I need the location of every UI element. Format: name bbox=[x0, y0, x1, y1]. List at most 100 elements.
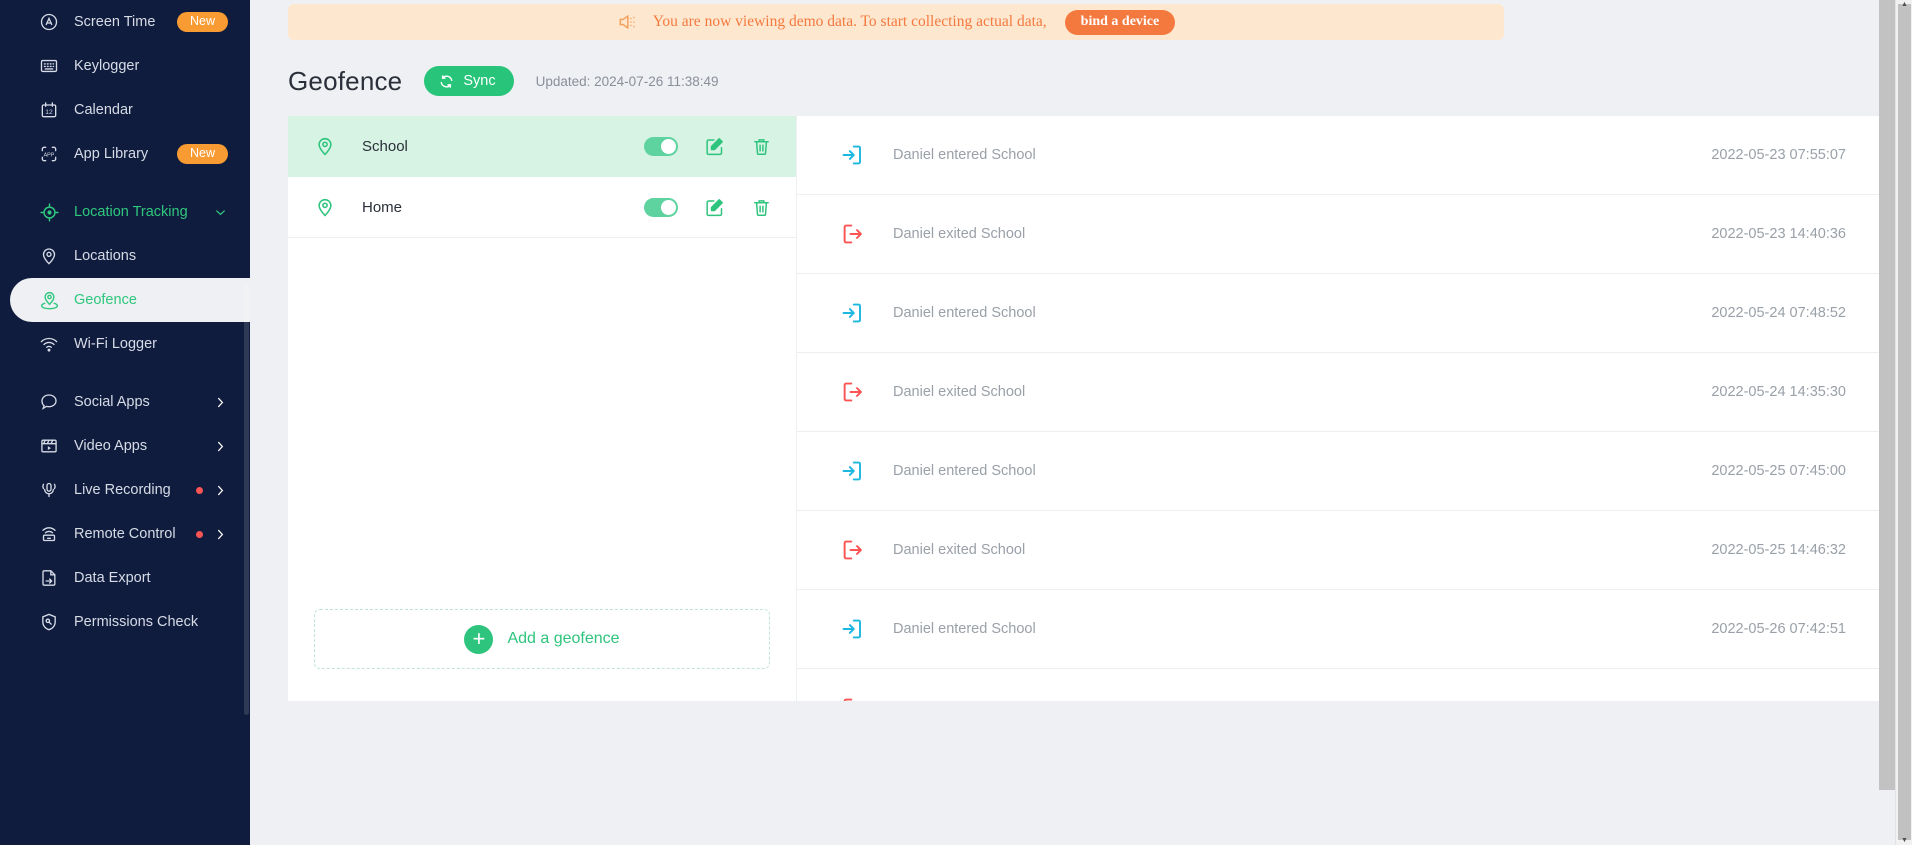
event-row[interactable]: Daniel exited School 2022-05-24 14:35:30 bbox=[797, 353, 1882, 432]
event-description: Daniel exited School bbox=[893, 542, 1026, 558]
exit-icon bbox=[839, 221, 867, 247]
exit-icon bbox=[839, 695, 867, 701]
exit-icon bbox=[839, 537, 867, 563]
wifi-icon bbox=[38, 333, 60, 355]
chevron-right-icon[interactable] bbox=[213, 483, 228, 498]
geofence-row-home[interactable]: Home bbox=[288, 177, 796, 238]
geofence-events-panel: Daniel entered School 2022-05-23 07:55:0… bbox=[796, 116, 1882, 701]
chevron-right-icon[interactable] bbox=[213, 439, 228, 454]
sidebar-item-label: Live Recording bbox=[74, 482, 171, 498]
event-row[interactable]: Daniel entered School 2022-05-23 07:55:0… bbox=[797, 116, 1882, 195]
sidebar-item-label: Permissions Check bbox=[74, 614, 199, 630]
scroll-up-arrow-icon[interactable]: ▲ bbox=[1896, 0, 1912, 9]
megaphone-icon bbox=[617, 11, 639, 33]
geofence-row-school[interactable]: School bbox=[288, 116, 796, 177]
keyboard-icon bbox=[38, 55, 60, 77]
sidebar-item-video-apps[interactable]: Video Apps bbox=[0, 424, 250, 468]
event-timestamp: 2022-05-23 07:55:07 bbox=[1711, 147, 1846, 163]
chat-bubble-icon bbox=[38, 391, 60, 413]
event-row[interactable]: Daniel entered School 2022-05-25 07:45:0… bbox=[797, 432, 1882, 511]
outer-scrollbar-track[interactable] bbox=[1879, 0, 1895, 790]
updated-timestamp: Updated: 2024-07-26 11:38:49 bbox=[535, 73, 719, 89]
sync-button[interactable]: Sync bbox=[424, 66, 514, 96]
remote-control-icon bbox=[38, 523, 60, 545]
sidebar-item-live-recording[interactable]: Live Recording bbox=[0, 468, 250, 512]
sidebar-item-label: Wi-Fi Logger bbox=[74, 336, 157, 352]
page-header: Geofence Sync Updated: 2024-07-26 11:38:… bbox=[288, 62, 1882, 100]
video-icon bbox=[38, 435, 60, 457]
sidebar-item-keylogger[interactable]: Keylogger bbox=[0, 44, 250, 88]
event-row[interactable]: Daniel entered School 2022-05-26 07:42:5… bbox=[797, 590, 1882, 669]
event-timestamp: 2022-05-23 14:40:36 bbox=[1711, 226, 1846, 242]
sidebar-item-social-apps[interactable]: Social Apps bbox=[0, 380, 250, 424]
sidebar-item-calendar[interactable]: 12 Calendar bbox=[0, 88, 250, 132]
sidebar-item-label: Calendar bbox=[74, 102, 133, 118]
event-row[interactable]: Daniel exited School 2022-05-23 14:40:36 bbox=[797, 195, 1882, 274]
calendar-icon: 12 bbox=[38, 99, 60, 121]
event-description: Daniel entered School bbox=[893, 305, 1036, 321]
edit-icon[interactable] bbox=[704, 197, 725, 218]
trash-icon[interactable] bbox=[751, 197, 772, 218]
main-content: You are now viewing demo data. To start … bbox=[250, 0, 1912, 845]
page-title: Geofence bbox=[288, 65, 403, 96]
enter-icon bbox=[839, 616, 867, 642]
sidebar-nav-list: Screen Time New Keylogger 12 Calendar AP… bbox=[0, 0, 250, 644]
sidebar-item-label: Locations bbox=[74, 248, 137, 264]
sidebar-item-wifi-logger[interactable]: Wi-Fi Logger bbox=[0, 322, 250, 366]
page-scrollbar-thumb[interactable] bbox=[1898, 4, 1911, 840]
geofence-enable-toggle[interactable] bbox=[644, 136, 678, 156]
event-row[interactable]: Daniel exited School 2022-05-26 14:39:10 bbox=[797, 669, 1882, 701]
sidebar-item-label: Geofence bbox=[74, 292, 137, 308]
page-scrollbar[interactable]: ▲ ▼ bbox=[1895, 0, 1912, 845]
sidebar-item-label: Screen Time bbox=[74, 14, 156, 30]
event-description: Daniel entered School bbox=[893, 147, 1036, 163]
sidebar-item-locations[interactable]: Locations bbox=[0, 234, 250, 278]
sidebar-item-geofence[interactable]: Geofence bbox=[0, 262, 250, 338]
edit-icon[interactable] bbox=[704, 136, 725, 157]
demo-data-banner: You are now viewing demo data. To start … bbox=[288, 4, 1504, 40]
chevron-down-icon[interactable] bbox=[213, 205, 228, 220]
target-icon bbox=[38, 201, 60, 223]
geofence-enable-toggle[interactable] bbox=[644, 197, 678, 217]
trash-icon[interactable] bbox=[751, 136, 772, 157]
event-timestamp: 2022-05-26 07:42:51 bbox=[1711, 621, 1846, 637]
sync-button-label: Sync bbox=[463, 73, 496, 89]
event-timestamp: 2022-05-24 14:35:30 bbox=[1711, 384, 1846, 400]
add-geofence-button[interactable]: + Add a geofence bbox=[314, 609, 770, 669]
sidebar-scrollbar-thumb[interactable] bbox=[244, 285, 249, 715]
notification-dot bbox=[196, 486, 203, 494]
enter-icon bbox=[839, 458, 867, 484]
badge-new: New bbox=[176, 12, 228, 32]
bind-a-device-button[interactable]: bind a device bbox=[1064, 9, 1176, 35]
sidebar-item-label: Social Apps bbox=[74, 394, 150, 410]
sidebar-item-app-library[interactable]: APP App Library New bbox=[0, 132, 250, 176]
plus-icon: + bbox=[464, 624, 494, 654]
event-row[interactable]: Daniel exited School 2022-05-25 14:46:32 bbox=[797, 511, 1882, 590]
add-geofence-label: Add a geofence bbox=[507, 630, 620, 647]
chevron-right-icon[interactable] bbox=[213, 395, 228, 410]
sidebar-item-label: Video Apps bbox=[74, 438, 148, 454]
sidebar-item-permissions-check[interactable]: Permissions Check bbox=[0, 600, 250, 644]
app-window: Screen Time New Keylogger 12 Calendar AP… bbox=[0, 0, 1912, 845]
map-pin-icon bbox=[314, 196, 338, 218]
sidebar-item-label: Data Export bbox=[74, 570, 151, 586]
sidebar-item-data-export[interactable]: Data Export bbox=[0, 556, 250, 600]
exit-icon bbox=[839, 379, 867, 405]
chevron-right-icon[interactable] bbox=[213, 527, 228, 542]
sidebar-item-remote-control[interactable]: Remote Control bbox=[0, 512, 250, 556]
map-pin-icon bbox=[314, 135, 338, 157]
sidebar-item-screen-time[interactable]: Screen Time New bbox=[0, 0, 250, 44]
scroll-down-arrow-icon[interactable]: ▼ bbox=[1896, 836, 1912, 845]
sidebar: Screen Time New Keylogger 12 Calendar AP… bbox=[0, 0, 250, 845]
event-row[interactable]: Daniel entered School 2022-05-24 07:48:5… bbox=[797, 274, 1882, 353]
svg-text:12: 12 bbox=[45, 109, 53, 116]
microphone-icon bbox=[38, 479, 60, 501]
event-description: Daniel entered School bbox=[893, 463, 1036, 479]
notification-dot bbox=[196, 530, 203, 538]
sidebar-scrollbar[interactable] bbox=[243, 0, 250, 845]
enter-icon bbox=[839, 142, 867, 168]
shield-key-icon bbox=[38, 611, 60, 633]
sidebar-group-location-tracking[interactable]: Location Tracking bbox=[0, 190, 250, 234]
event-description: Daniel exited School bbox=[893, 384, 1026, 400]
map-pin-icon bbox=[38, 245, 60, 267]
